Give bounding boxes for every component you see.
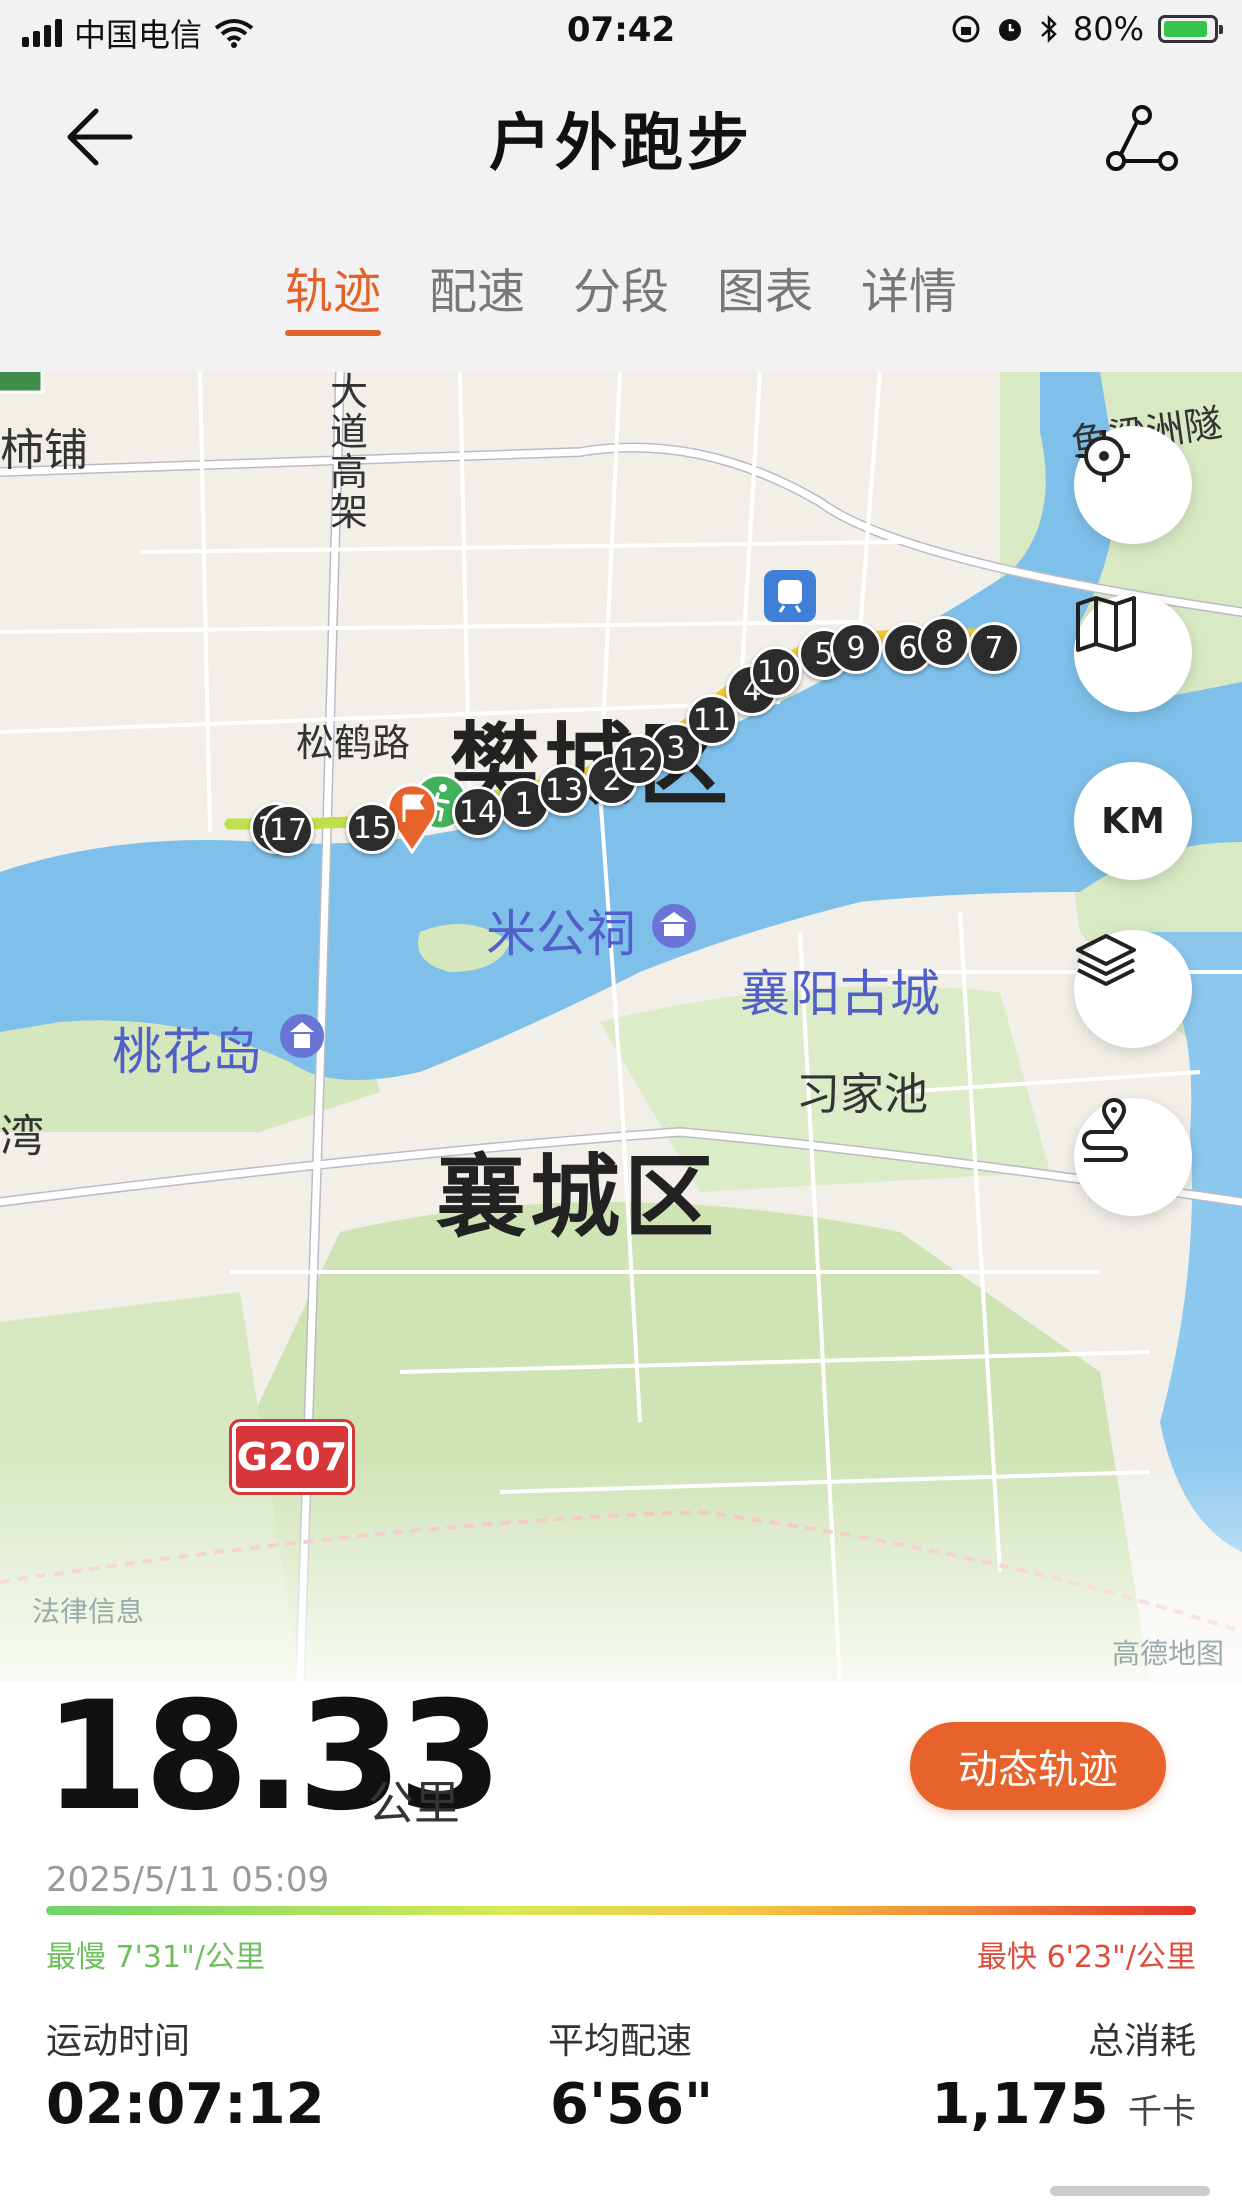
tab-details[interactable]: 详情 <box>861 252 957 336</box>
bluetooth-icon <box>1041 14 1057 44</box>
tab-bar: 轨迹 配速 分段 图表 详情 <box>0 252 1242 336</box>
fastest-pace: 最快 6'23"/公里 <box>977 1940 1196 1975</box>
place-label-shipu: 柿铺 <box>0 425 88 476</box>
map-type-button[interactable] <box>1074 594 1192 712</box>
road-label-songhe: 松鹤路 <box>296 721 411 765</box>
place-label-wan: 湾 <box>0 1111 44 1162</box>
district-label-xiangcheng: 襄城区 <box>436 1145 718 1250</box>
legal-info-link[interactable]: 法律信息 <box>32 1590 144 1630</box>
poi-label-migongci: 米公祠 <box>486 905 636 963</box>
slowest-pace: 最慢 7'31"/公里 <box>46 1940 265 1975</box>
km-marker[interactable]: 9 <box>830 622 882 674</box>
train-station-icon <box>764 570 816 622</box>
km-marker[interactable]: 8 <box>918 616 970 668</box>
tab-pace[interactable]: 配速 <box>429 252 525 336</box>
home-indicator[interactable] <box>1050 2186 1210 2196</box>
distance-unit: 公里 <box>368 1776 460 1830</box>
battery-icon <box>1158 15 1223 43</box>
km-marker[interactable]: 17 <box>262 804 314 856</box>
calories-unit: 千卡 <box>1128 2092 1196 2132</box>
km-toggle-button[interactable]: KM <box>1074 762 1192 880</box>
calories-block: 1,175 千卡 <box>931 2072 1196 2137</box>
poi-label-taohuadao: 桃花岛 <box>112 1023 262 1081</box>
run-date: 2025/5/11 05:09 <box>46 1860 330 1900</box>
alarm-icon <box>998 19 1021 41</box>
dynamic-track-button[interactable]: 动态轨迹 <box>910 1722 1166 1810</box>
route-share-icon[interactable] <box>1102 97 1182 177</box>
poi-label-gucheng: 襄阳古城 <box>740 965 940 1023</box>
pagoda-icon <box>280 1014 324 1058</box>
km-marker[interactable]: 15 <box>346 802 398 854</box>
battery-percent: 80% <box>1072 10 1144 48</box>
route-pin-icon <box>1082 1098 1128 1162</box>
km-marker[interactable]: 10 <box>750 646 802 698</box>
status-right: 80% <box>951 10 1223 48</box>
highway-shield-g207: G207 <box>229 1419 355 1495</box>
map-view[interactable]: 樊城区 襄城区 米公祠 襄阳古城 桃花岛 松鹤路 大道高架 柿铺 习家池 湾 鱼… <box>0 372 1242 1682</box>
layers-icon <box>1076 934 1136 986</box>
tab-charts[interactable]: 图表 <box>717 252 813 336</box>
road-label-dadao: 大道高架 <box>330 372 369 534</box>
km-marker[interactable]: 11 <box>686 694 738 746</box>
duration-value: 02:07:12 <box>46 2072 325 2137</box>
temple-icon <box>652 904 696 948</box>
avg-pace-label: 平均配速 <box>548 2021 693 2062</box>
page-title: 户外跑步 <box>488 106 753 179</box>
route-pin-button[interactable] <box>1074 1098 1192 1216</box>
calories-value: 1,175 <box>931 2072 1109 2137</box>
calories-label: 总消耗 <box>1087 2021 1196 2062</box>
km-toggle-label: KM <box>1101 800 1165 842</box>
tab-splits[interactable]: 分段 <box>573 252 669 336</box>
locate-button[interactable] <box>1074 426 1192 544</box>
place-label-xijiachi: 习家池 <box>796 1069 928 1120</box>
nav-header: 户外跑步 轨迹 配速 分段 图表 详情 <box>0 62 1242 372</box>
km-marker[interactable]: 13 <box>538 764 590 816</box>
amap-logo: 高德地图 <box>1111 1637 1224 1670</box>
km-marker[interactable]: 7 <box>968 622 1020 674</box>
duration-label: 运动时间 <box>46 2021 191 2062</box>
status-bar: 中国电信 07:42 80% <box>0 0 1242 62</box>
rotation-lock-icon <box>952 15 980 43</box>
summary-panel: 18.33 公里 动态轨迹 2025/5/11 05:09 最慢 7'31"/公… <box>0 1682 1242 2208</box>
locate-icon <box>1078 430 1130 482</box>
pace-gradient-bar <box>46 1906 1196 1915</box>
map-icon <box>1076 596 1136 652</box>
tab-track[interactable]: 轨迹 <box>284 252 381 336</box>
layers-button[interactable] <box>1074 930 1192 1048</box>
km-marker[interactable]: 12 <box>612 734 664 786</box>
avg-pace-value: 6'56" <box>550 2072 714 2137</box>
km-marker[interactable]: 14 <box>452 786 504 838</box>
